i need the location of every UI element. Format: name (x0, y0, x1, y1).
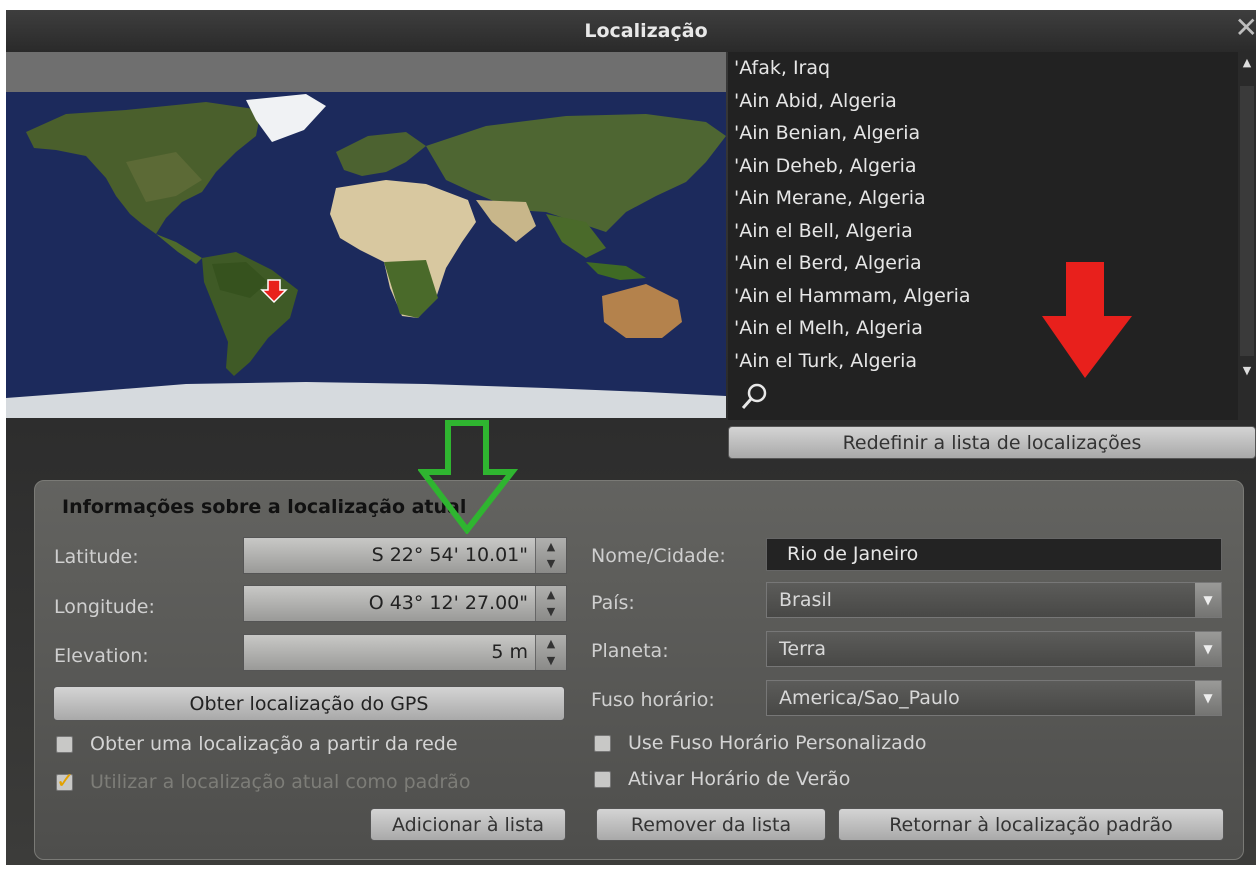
list-item[interactable]: 'Ain el Hammam, Algeria (728, 280, 1238, 313)
network-location-label[interactable]: Obter uma localização a partir da rede (90, 733, 458, 755)
longitude-spinbox[interactable]: O 43° 12' 27.00" ▲ ▼ (243, 585, 567, 622)
chevron-down-icon[interactable]: ▼ (1195, 583, 1221, 617)
planet-value: Terra (779, 638, 826, 660)
panel-title: Informações sobre a localização atual (62, 496, 467, 518)
list-item[interactable]: 'Ain el Bell, Algeria (728, 215, 1238, 248)
country-value: Brasil (779, 589, 832, 611)
longitude-label: Longitude: (54, 596, 155, 618)
chevron-down-icon[interactable]: ▼ (1195, 632, 1221, 666)
use-as-default-checkbox[interactable]: ✓ (56, 769, 74, 794)
checkmark-icon: ✓ (56, 769, 75, 794)
elevation-value[interactable]: 5 m (491, 635, 528, 670)
latitude-spinbox[interactable]: S 22° 54' 10.01" ▲ ▼ (243, 537, 567, 574)
close-icon[interactable]: ✕ (1235, 14, 1256, 42)
timezone-value: America/Sao_Paulo (779, 687, 960, 709)
spin-arrows-icon[interactable]: ▲ ▼ (535, 586, 566, 621)
world-map[interactable] (6, 52, 726, 418)
elevation-label: Elevation: (54, 645, 149, 667)
planet-select[interactable]: Terra ▼ (766, 631, 1222, 667)
title-bar: Localização ✕ (6, 10, 1256, 52)
scroll-thumb[interactable] (1240, 86, 1254, 356)
city-list-scrollbar[interactable]: ▲ ▼ (1238, 52, 1256, 420)
list-item[interactable]: 'Ain Benian, Algeria (728, 117, 1238, 150)
reset-location-list-button[interactable]: Redefinir a lista de localizações (728, 426, 1256, 459)
remove-from-list-button[interactable]: Remover da lista (596, 808, 826, 841)
planet-label: Planeta: (591, 640, 669, 662)
dst-checkbox[interactable] (594, 771, 611, 788)
add-to-list-button[interactable]: Adicionar à lista (370, 808, 566, 841)
world-map-image (6, 92, 726, 418)
custom-timezone-label[interactable]: Use Fuso Horário Personalizado (628, 732, 927, 754)
current-location-panel (34, 480, 1244, 860)
country-label: País: (591, 592, 635, 614)
elevation-spinbox[interactable]: 5 m ▲ ▼ (243, 634, 567, 671)
scroll-up-icon[interactable]: ▲ (1238, 54, 1256, 72)
list-item[interactable]: 'Ain el Turk, Algeria (728, 345, 1238, 378)
timezone-label: Fuso horário: (591, 689, 715, 711)
restore-default-location-button[interactable]: Retornar à localização padrão (838, 808, 1224, 841)
timezone-select[interactable]: America/Sao_Paulo ▼ (766, 680, 1222, 716)
dst-label[interactable]: Ativar Horário de Verão (628, 768, 850, 790)
country-select[interactable]: Brasil ▼ (766, 582, 1222, 618)
use-as-default-label[interactable]: Utilizar a localização atual como padrão (90, 771, 470, 793)
list-item[interactable]: 'Ain el Berd, Algeria (728, 247, 1238, 280)
list-item[interactable]: 'Ain el Melh, Algeria (728, 312, 1238, 345)
get-gps-location-button[interactable]: Obter localização do GPS (53, 686, 565, 721)
list-item[interactable]: 'Ain Merane, Algeria (728, 182, 1238, 215)
network-location-checkbox[interactable] (56, 736, 73, 753)
latitude-label: Latitude: (54, 546, 139, 568)
longitude-value[interactable]: O 43° 12' 27.00" (369, 586, 528, 621)
list-item[interactable]: 'Afak, Iraq (728, 52, 1238, 85)
window-title: Localização (584, 20, 708, 42)
name-city-field[interactable]: Rio de Janeiro (766, 538, 1222, 571)
red-arrow-annotation (1042, 262, 1132, 378)
green-arrow-annotation (418, 420, 518, 534)
name-city-label: Nome/Cidade: (591, 545, 726, 567)
spin-arrows-icon[interactable]: ▲ ▼ (535, 538, 566, 573)
list-item[interactable]: 'Ain Abid, Algeria (728, 85, 1238, 118)
chevron-down-icon[interactable]: ▼ (1195, 681, 1221, 715)
spin-arrows-icon[interactable]: ▲ ▼ (535, 635, 566, 670)
custom-timezone-checkbox[interactable] (594, 735, 611, 752)
list-item[interactable]: 'Ain Deheb, Algeria (728, 150, 1238, 183)
latitude-value[interactable]: S 22° 54' 10.01" (372, 538, 528, 573)
city-list[interactable]: 'Afak, Iraq 'Ain Abid, Algeria 'Ain Beni… (728, 52, 1238, 420)
search-icon[interactable] (740, 382, 770, 412)
scroll-down-icon[interactable]: ▼ (1238, 362, 1256, 380)
